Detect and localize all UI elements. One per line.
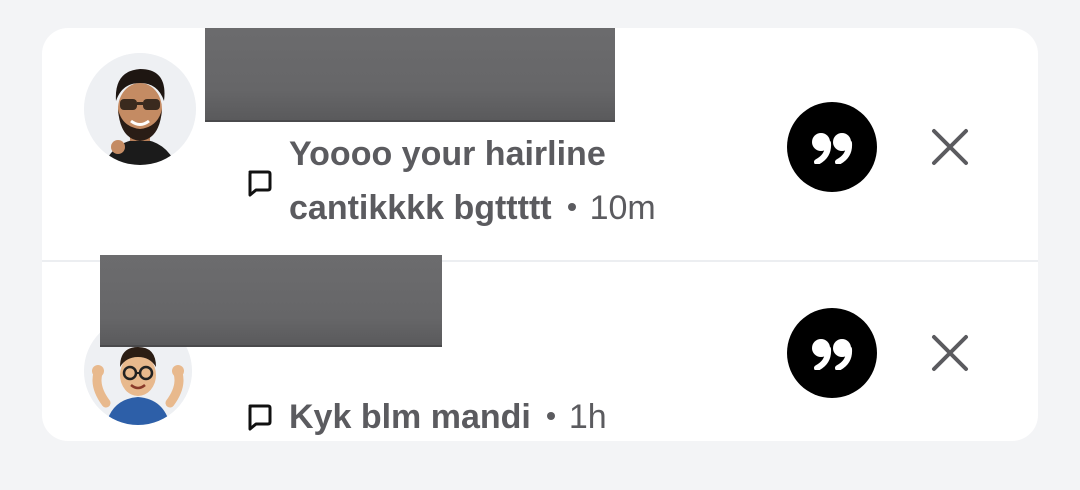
chat-bubble-icon [248,170,272,197]
dismiss-button[interactable] [928,331,972,375]
notification-text: Yoooo your hairline cantikkkk bgttttt 10m [289,127,759,235]
notification-text: Kyk blm mandi 1h [289,390,759,441]
bitmoji-avatar-icon [84,53,196,165]
redacted-name [100,255,442,345]
quote-icon [812,133,853,164]
notification-row[interactable]: Yoooo your hairline cantikkkk bgttttt 10m [42,28,1038,261]
avatar[interactable] [84,53,196,165]
dismiss-button[interactable] [928,125,972,169]
chat-bubble-icon [248,404,272,431]
comment-text: Kyk blm mandi [289,398,531,436]
separator-dot [567,203,576,212]
quote-button[interactable] [787,102,877,192]
quote-button[interactable] [787,308,877,398]
notification-row[interactable]: Kyk blm mandi 1h [42,255,1038,441]
redacted-name [205,28,615,120]
close-icon [932,129,968,165]
timestamp: 1h [568,398,607,436]
close-icon [932,335,968,371]
separator-dot [546,412,555,421]
quote-icon [812,339,853,370]
comment-text: Yoooo your hairline cantikkkk bgttttt [289,135,606,227]
timestamp: 10m [589,189,656,227]
notifications-card: Yoooo your hairline cantikkkk bgttttt 10m [42,28,1038,441]
